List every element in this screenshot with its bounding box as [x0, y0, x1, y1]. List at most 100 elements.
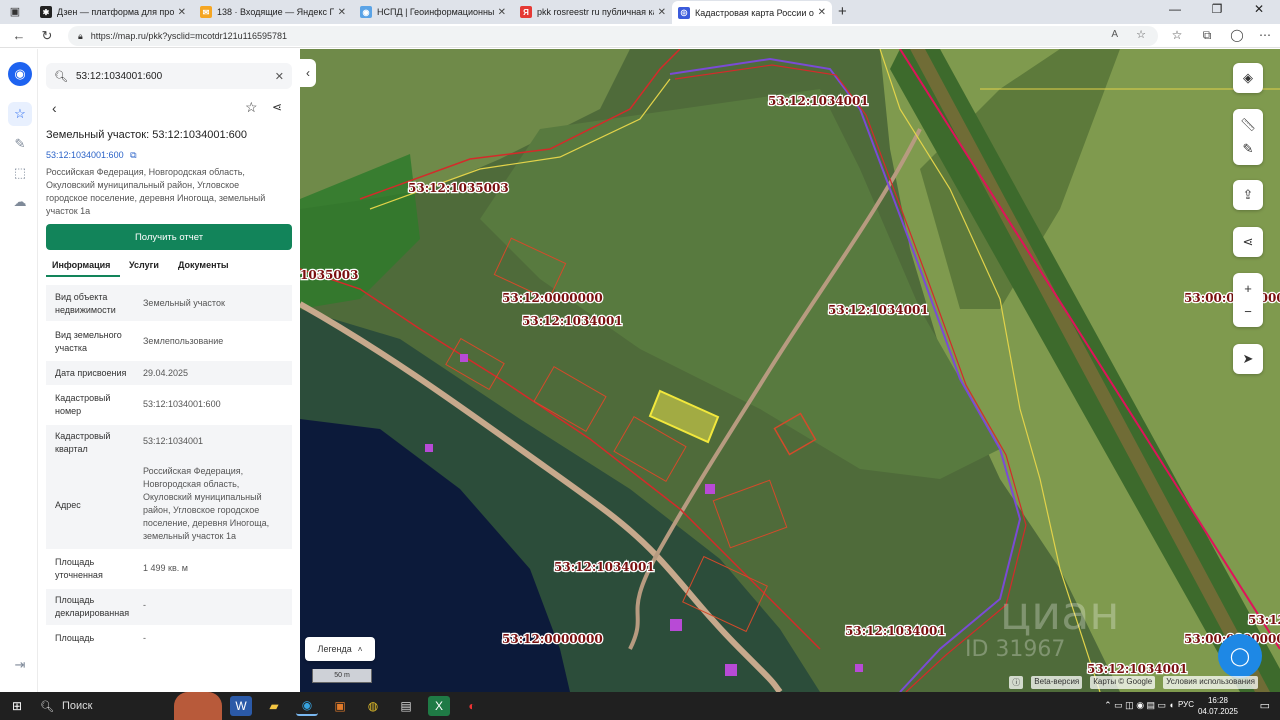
clock[interactable]: 16:28 04.07.2025 — [1198, 695, 1238, 717]
word-icon[interactable]: W — [230, 696, 252, 716]
close-icon[interactable]: ✕ — [818, 7, 826, 18]
ruler-icon[interactable]: 📏︎ — [1240, 117, 1257, 133]
weather-widget-icon[interactable] — [174, 692, 222, 720]
app-icon[interactable]: ▣ — [329, 696, 351, 716]
tab-nspd[interactable]: ◉ НСПД | Геоинформационный п ✕ — [354, 2, 512, 22]
close-icon[interactable]: ✕ — [338, 7, 346, 18]
back-icon[interactable]: ← — [10, 28, 28, 43]
map-label: 53:12:1034001 — [845, 624, 946, 638]
tab-information[interactable]: Информация — [52, 260, 110, 270]
legend-button[interactable]: Легенда ˄ — [305, 637, 375, 661]
cadastral-link[interactable]: 53:12:1034001:600 ⧉ — [46, 150, 137, 161]
file-explorer-icon[interactable]: ▰ — [263, 696, 285, 716]
locate-button[interactable]: ➤ — [1233, 344, 1263, 374]
favorite-star-icon[interactable]: ☆ — [1136, 28, 1146, 41]
info-value: Землепользование — [143, 335, 285, 348]
info-key-line: Площадь — [55, 557, 95, 567]
get-report-button[interactable]: Получить отчет — [46, 224, 292, 250]
favorites-star-icon[interactable]: ☆ — [8, 102, 32, 126]
info-key-line: Площадь — [55, 633, 95, 643]
new-tab-icon[interactable]: + — [838, 3, 847, 20]
profile-icon[interactable]: ◯ — [1228, 28, 1246, 42]
search-icon: 🔍︎ — [40, 700, 54, 713]
info-key-line: Адрес — [55, 500, 81, 510]
taskbar-search[interactable]: 🔍︎ Поиск — [34, 695, 174, 717]
copy-icon[interactable]: ⧉ — [130, 150, 136, 160]
chrome-icon[interactable]: ◍ — [362, 696, 384, 716]
read-aloud-icon[interactable]: A — [1111, 29, 1118, 40]
select-area-icon[interactable]: ⬚ — [8, 161, 32, 185]
zoom-controls[interactable]: + − — [1233, 273, 1263, 327]
chat-button[interactable]: ◯ — [1218, 634, 1262, 678]
back-arrow-icon[interactable]: ‹ — [52, 100, 57, 116]
cloud-icon[interactable]: ☁ — [8, 190, 32, 214]
favorites-icon[interactable]: ☆ — [1168, 28, 1186, 42]
tab-documents[interactable]: Документы — [178, 260, 229, 270]
excel-icon[interactable]: X — [428, 696, 450, 716]
maximize-icon[interactable]: ❐ — [1202, 2, 1232, 16]
notifications-icon[interactable]: ▭ — [1260, 699, 1270, 712]
info-value-line: Земельный участок — [143, 298, 225, 308]
edit-icon[interactable]: ✎ — [1243, 141, 1254, 157]
cadastral-link-text[interactable]: 53:12:1034001:600 — [46, 150, 124, 160]
bookmark-star-icon[interactable]: ☆ — [245, 99, 258, 116]
zoom-in-icon[interactable]: + — [1244, 281, 1252, 296]
map-attribution: ⓘ Beta-версия Карты © Google Условия исп… — [1009, 676, 1258, 689]
tray-icons[interactable]: ⌃ ▭ ◫ ◉ ▤ ▭ ◖ — [1104, 700, 1174, 711]
app-logo-icon[interactable]: ◉ — [8, 62, 32, 86]
search-icon: 🔍︎ — [54, 70, 68, 83]
address-bar-row: ← ↻ 🔒︎ https://map.ru/pkk?ysclid=mcotdr1… — [0, 24, 1280, 48]
collapse-panel-button[interactable]: ‹ — [300, 59, 316, 87]
info-key-line: квартал — [55, 444, 88, 454]
tab-yandex[interactable]: Я pkk rosreestr ru публичная када ✕ — [514, 2, 672, 22]
clock-date: 04.07.2025 — [1197, 707, 1238, 716]
close-icon[interactable]: ✕ — [498, 7, 506, 18]
clear-search-icon[interactable]: ✕ — [275, 70, 284, 83]
collections-icon[interactable]: ⧉ — [1198, 28, 1216, 43]
info-key-line: Площадь — [55, 595, 95, 605]
info-row: Кадастровый номер 53:12:1034001:600 — [46, 387, 292, 423]
measure-tools-group[interactable]: 📏︎ ✎ — [1233, 109, 1263, 165]
tab-services[interactable]: Услуги — [129, 260, 159, 270]
close-window-icon[interactable]: ✕ — [1244, 2, 1274, 16]
zoom-out-icon[interactable]: − — [1244, 304, 1252, 319]
close-icon[interactable]: ✕ — [178, 7, 186, 18]
terms-link[interactable]: Условия использования — [1163, 676, 1258, 689]
app-icon[interactable]: ◐ — [461, 696, 483, 716]
info-icon[interactable]: ⓘ — [1009, 676, 1024, 689]
tools-icon[interactable]: ✎ — [8, 132, 32, 156]
map-view[interactable]: циан ID 31967 53:12:1034001 53:12:103500… — [300, 49, 1280, 692]
app-icon[interactable]: ▤ — [395, 696, 417, 716]
tab-label: НСПД | Геоинформационный п — [377, 7, 494, 17]
search-value[interactable]: 53:12:1034001:600 — [76, 71, 275, 82]
url-field[interactable]: 🔒︎ https://map.ru/pkk?ysclid=mcotdr121u1… — [68, 26, 1158, 46]
tab-label: pkk rosreestr ru публичная када — [537, 7, 654, 17]
info-value: Российская Федерация, Новгородская облас… — [143, 465, 285, 543]
info-row: Кадастровый квартал 53:12:1034001 — [46, 425, 292, 461]
tab-label: Кадастровая карта России онла — [695, 7, 814, 18]
reload-icon[interactable]: ↻ — [38, 28, 56, 44]
satellite-map[interactable]: циан ID 31967 53:12:1034001 53:12:103500… — [300, 49, 1280, 692]
map-icon: ◎ — [678, 6, 690, 19]
minimize-icon[interactable]: — — [1160, 2, 1190, 16]
share-map-button[interactable]: ⋖ — [1233, 227, 1263, 257]
language-indicator[interactable]: РУС — [1178, 700, 1194, 709]
share-icon[interactable]: ⋖ — [272, 100, 282, 114]
login-icon[interactable]: ⇥ — [8, 653, 32, 677]
layers-button[interactable]: ◈ — [1233, 63, 1263, 93]
tab-label: Дзен — платформа для просмот — [57, 7, 174, 17]
tab-actions-icon[interactable]: ▣ — [8, 5, 22, 19]
start-icon[interactable]: ⊞ — [6, 696, 28, 716]
tab-cadastral-map[interactable]: ◎ Кадастровая карта России онла ✕ — [672, 1, 832, 24]
info-value: - — [143, 632, 285, 645]
tab-mail[interactable]: ✉ 138 · Входящие — Яндекс Почта ✕ — [194, 2, 352, 22]
upload-button[interactable]: ⇪ — [1233, 180, 1263, 210]
info-value-line: Землепользование — [143, 336, 224, 346]
edge-icon[interactable]: ◉ — [296, 696, 318, 716]
search-input[interactable]: 🔍︎ 53:12:1034001:600 ✕ — [46, 63, 292, 89]
more-menu-icon[interactable]: ⋯ — [1256, 28, 1274, 42]
chat-icon: ◯ — [1229, 645, 1251, 666]
tab-dzen[interactable]: ✱ Дзен — платформа для просмот ✕ — [34, 2, 192, 22]
close-icon[interactable]: ✕ — [658, 7, 666, 18]
taskbar-search-label: Поиск — [61, 700, 93, 712]
